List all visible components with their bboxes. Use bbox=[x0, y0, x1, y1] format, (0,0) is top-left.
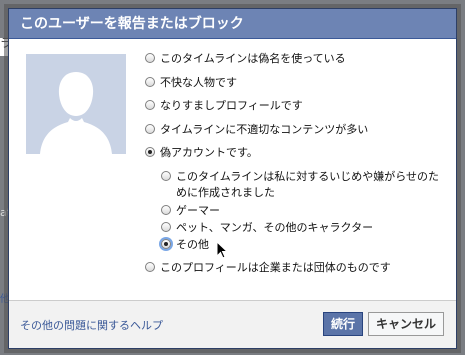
dialog-footer: その他の問題に関するヘルプ 続行 キャンセル bbox=[9, 300, 456, 348]
dialog-title: このユーザーを報告またはブロック bbox=[9, 9, 456, 39]
option-label: なりすましプロフィールです bbox=[160, 99, 303, 112]
radio-icon[interactable] bbox=[145, 262, 155, 272]
option-label: 偽アカウントです。 bbox=[160, 146, 258, 159]
radio-icon[interactable] bbox=[145, 123, 155, 134]
help-link[interactable]: その他の問題に関するヘルプ bbox=[20, 317, 163, 333]
sub-option-harassment[interactable]: このタイムラインは私に対するいじめや嫌がらせのために作成されました bbox=[161, 169, 448, 203]
option-label: 不快な人物です bbox=[160, 75, 237, 89]
option-label: タイムラインに不適切なコンテンツが多い bbox=[160, 122, 369, 136]
default-silhouette-icon bbox=[26, 54, 126, 154]
option-label: このプロフィールは企業または団体のものです bbox=[160, 261, 391, 274]
option-label: ペット、マンガ、その他のキャラクター bbox=[176, 221, 374, 234]
sub-option-character[interactable]: ペット、マンガ、その他のキャラクター bbox=[161, 220, 448, 237]
mouse-pointer-icon bbox=[216, 241, 228, 259]
fake-account-sub-options: このタイムラインは私に対するいじめや嫌がらせのために作成されました ゲーマー ペ… bbox=[161, 169, 448, 259]
radio-checked-icon[interactable] bbox=[145, 147, 155, 157]
reason-options: このタイムラインは偽名を使っている 不快な人物です なりすましプロフィールです … bbox=[145, 51, 448, 169]
radio-icon[interactable] bbox=[161, 222, 171, 232]
option-label: その他 bbox=[176, 238, 209, 251]
option-offensive-person[interactable]: 不快な人物です bbox=[145, 75, 448, 99]
option-label: ゲーマー bbox=[176, 204, 220, 217]
continue-button[interactable]: 続行 bbox=[323, 312, 363, 336]
sub-option-other[interactable]: その他 bbox=[161, 237, 448, 259]
option-inappropriate-content[interactable]: タイムラインに不適切なコンテンツが多い bbox=[145, 122, 448, 146]
option-label: このタイムラインは偽名を使っている bbox=[160, 52, 346, 65]
radio-icon[interactable] bbox=[161, 205, 171, 215]
report-block-dialog: このユーザーを報告またはブロック このタイムラインは偽名を使っている 不快な人物… bbox=[8, 8, 457, 349]
option-fake-name[interactable]: このタイムラインは偽名を使っている bbox=[145, 51, 448, 75]
option-label: このタイムラインは私に対するいじめや嫌がらせのために作成されました bbox=[176, 170, 440, 199]
radio-icon[interactable] bbox=[145, 76, 155, 87]
option-fake-account[interactable]: 偽アカウントです。 bbox=[145, 145, 448, 169]
option-business-profile[interactable]: このプロフィールは企業または団体のものです bbox=[145, 260, 448, 284]
sub-option-gamer[interactable]: ゲーマー bbox=[161, 203, 448, 220]
radio-checked-icon[interactable] bbox=[161, 239, 171, 249]
radio-icon[interactable] bbox=[145, 100, 155, 110]
option-impersonation[interactable]: なりすましプロフィールです bbox=[145, 98, 448, 122]
radio-icon[interactable] bbox=[145, 53, 155, 63]
cancel-button[interactable]: キャンセル bbox=[368, 312, 444, 336]
radio-icon[interactable] bbox=[161, 171, 171, 181]
